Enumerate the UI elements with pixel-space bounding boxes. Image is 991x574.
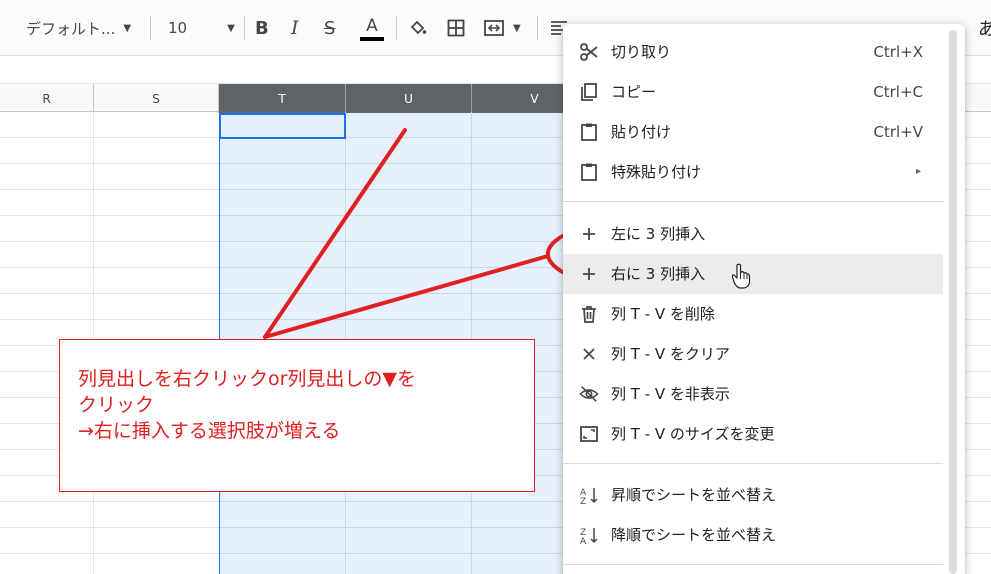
column-header-label: V: [530, 91, 539, 106]
menu-item-label: 特殊貼り付け: [611, 163, 702, 181]
toolbar-divider: [150, 16, 151, 40]
text-color-icon: A: [366, 15, 378, 36]
eye-off-icon: [579, 384, 599, 404]
toolbar-divider: [396, 16, 397, 40]
menu-item-sort-desc[interactable]: ZA 降順でシートを並べ替え: [563, 515, 943, 555]
menu-divider: [563, 463, 943, 464]
chevron-down-icon: ▼: [123, 22, 132, 34]
trash-icon: [579, 304, 599, 324]
input-tools-button[interactable]: あ: [978, 10, 991, 46]
input-tools-label: あ: [978, 19, 991, 40]
annotation-line-1: 列見出しを右クリックor列見出しの▼を: [78, 368, 417, 390]
italic-button[interactable]: I: [291, 10, 299, 46]
menu-item-paste[interactable]: 貼り付け Ctrl+V: [563, 112, 943, 152]
bold-icon: B: [255, 17, 269, 39]
menu-item-cut[interactable]: 切り取り Ctrl+X: [563, 32, 943, 72]
copy-icon: [579, 82, 599, 102]
menu-item-clear-columns[interactable]: 列 T - V をクリア: [563, 334, 943, 374]
menu-item-paste-special[interactable]: 特殊貼り付け ▸: [563, 152, 943, 192]
font-size-value: 10: [168, 19, 188, 37]
strikethrough-button[interactable]: S: [324, 10, 335, 46]
menu-item-hide-columns[interactable]: 列 T - V を非表示: [563, 374, 943, 414]
menu-item-label: 右に 3 列挿入: [611, 265, 706, 283]
column-header-r[interactable]: R: [0, 84, 94, 113]
menu-item-shortcut: Ctrl+V: [873, 123, 923, 141]
menu-item-insert-right[interactable]: 右に 3 列挿入: [563, 254, 943, 294]
menu-item-sort-asc[interactable]: AZ 昇順でシートを並べ替え: [563, 475, 943, 515]
menu-divider: [563, 201, 943, 202]
chevron-down-icon: ▼: [227, 22, 235, 34]
chevron-down-icon: ▼: [513, 22, 521, 34]
merge-cells-icon: [484, 20, 504, 36]
plus-icon: [579, 224, 599, 244]
active-cell[interactable]: [219, 113, 346, 139]
menu-item-label: 貼り付け: [611, 123, 672, 141]
borders-button[interactable]: [446, 10, 466, 46]
resize-icon: [579, 424, 599, 444]
italic-icon: I: [291, 17, 299, 39]
text-color-button[interactable]: A: [360, 10, 384, 46]
submenu-arrow-icon: ▸: [915, 166, 921, 177]
menu-divider: [563, 564, 943, 565]
column-header-s[interactable]: S: [94, 84, 219, 113]
menu-item-label: 列 T - V を削除: [611, 305, 715, 323]
menu-item-resize-columns[interactable]: 列 T - V のサイズを変更: [563, 414, 943, 454]
toolbar-divider: [537, 16, 538, 40]
svg-text:A: A: [580, 537, 587, 545]
menu-item-shortcut: Ctrl+X: [873, 43, 923, 61]
scissors-icon: [579, 42, 599, 62]
column-header-label: R: [42, 91, 51, 106]
menu-item-label: コピー: [611, 83, 657, 101]
column-header-u[interactable]: U: [346, 84, 472, 113]
menu-item-label: 列 T - V をクリア: [611, 345, 730, 363]
strikethrough-icon: S: [324, 17, 336, 39]
column-header-label: U: [404, 91, 413, 106]
menu-item-shortcut: Ctrl+C: [873, 83, 923, 101]
paint-bucket-icon: [410, 20, 427, 35]
merge-cells-button[interactable]: ▼: [483, 10, 521, 46]
font-family-value: デフォルト...: [26, 19, 116, 38]
sort-az-icon: AZ: [579, 485, 599, 505]
menu-item-copy[interactable]: コピー Ctrl+C: [563, 72, 943, 112]
annotation-line-3: →右に挿入する選択肢が増える: [78, 420, 341, 442]
hand-pointer-icon: [731, 263, 751, 289]
menu-item-label: 列 T - V を非表示: [611, 385, 730, 403]
clipboard-icon: [579, 122, 599, 142]
menu-item-label: 切り取り: [611, 43, 672, 61]
menu-item-label: 左に 3 列挿入: [611, 225, 706, 243]
menu-scrollbar[interactable]: [949, 30, 957, 574]
menu-item-delete-columns[interactable]: 列 T - V を削除: [563, 294, 943, 334]
menu-item-insert-left[interactable]: 左に 3 列挿入: [563, 214, 943, 254]
close-icon: [579, 344, 599, 364]
annotation-callout: 列見出しを右クリックor列見出しの▼を クリック →右に挿入する選択肢が増える: [59, 339, 535, 492]
svg-text:Z: Z: [580, 497, 586, 505]
sort-za-icon: ZA: [579, 525, 599, 545]
bold-button[interactable]: B: [255, 10, 269, 46]
clipboard-icon: [579, 162, 599, 182]
menu-item-label: 降順でシートを並べ替え: [611, 526, 777, 544]
text-color-swatch: [360, 36, 384, 41]
column-header-t[interactable]: T: [219, 84, 346, 113]
fill-color-button[interactable]: [408, 10, 428, 46]
column-header-label: S: [152, 91, 160, 106]
plus-icon: [579, 264, 599, 284]
annotation-line-2: クリック: [78, 394, 155, 416]
borders-icon: [447, 19, 465, 37]
menu-item-label: 列 T - V のサイズを変更: [611, 425, 775, 443]
toolbar-divider: [244, 16, 245, 40]
font-size-dropdown[interactable]: 10 ▼: [158, 10, 240, 46]
font-family-dropdown[interactable]: デフォルト... ▼: [14, 10, 144, 46]
column-header-label: T: [278, 91, 286, 106]
menu-item-label: 昇順でシートを並べ替え: [611, 486, 777, 504]
context-menu: 切り取り Ctrl+X コピー Ctrl+C 貼り付け Ctrl+V 特殊貼り付…: [563, 24, 965, 574]
